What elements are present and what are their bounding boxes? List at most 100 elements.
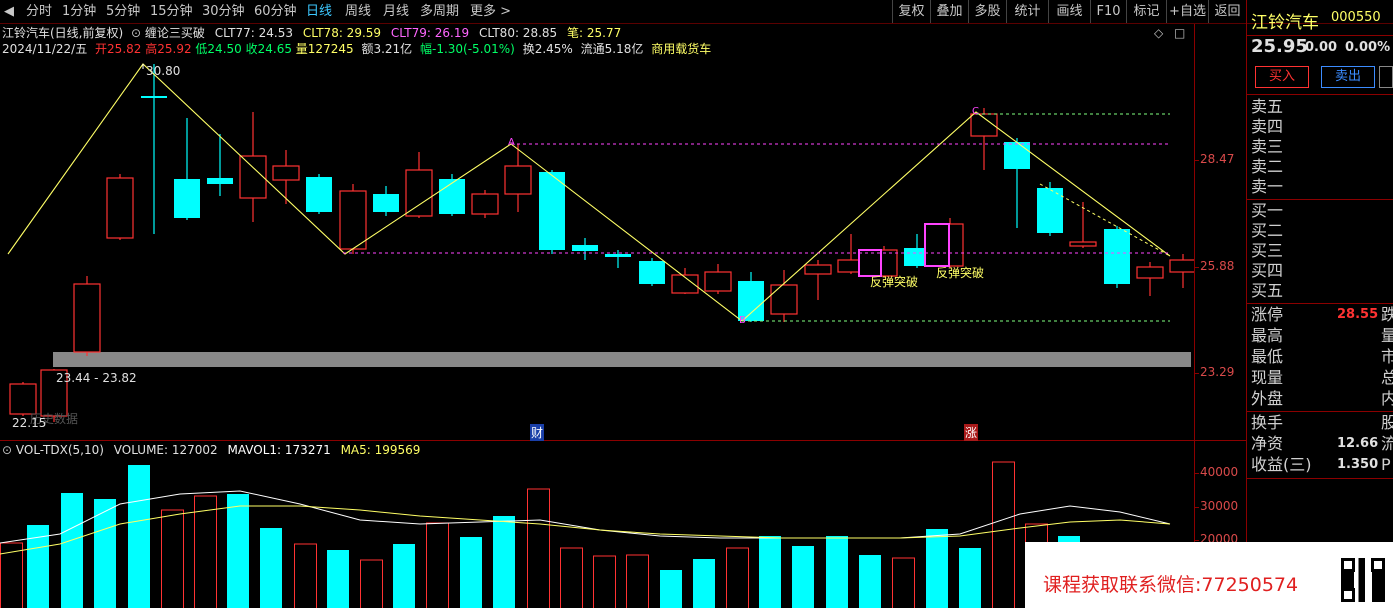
bid-3: 买三 (1251, 241, 1284, 260)
candle-body (1069, 241, 1097, 247)
price-tick-low: 23.29 (1200, 365, 1235, 379)
finance-marker[interactable]: 财 (530, 424, 545, 441)
volume-bar (759, 536, 781, 608)
stat-turnover-label: 换手 (1251, 413, 1284, 432)
f10-button[interactable]: F10 (1090, 0, 1126, 23)
volume-bar (626, 554, 649, 608)
candle (1004, 138, 1030, 228)
bid-4: 买四 (1251, 261, 1284, 280)
vol-toggle-icon[interactable]: ⊙ (2, 443, 12, 457)
candle-body (1004, 142, 1030, 169)
mark-button[interactable]: 标记 (1126, 0, 1166, 23)
stat-high-label: 最高 (1251, 326, 1284, 345)
order-more-button[interactable] (1379, 66, 1393, 88)
price-axis-line (1194, 24, 1195, 608)
period-1min[interactable]: 1分钟 (62, 3, 96, 20)
period-30min[interactable]: 30分钟 (202, 3, 245, 20)
candle (804, 260, 832, 300)
candle (141, 64, 167, 234)
sell-button[interactable]: 卖出 (1321, 66, 1375, 88)
candle (207, 134, 233, 196)
volume-bar (426, 522, 449, 608)
stat-eps-value: 1.350 (1337, 457, 1379, 472)
candle-body (141, 96, 167, 98)
buy-button[interactable]: 买入 (1255, 66, 1309, 88)
candle (504, 144, 532, 212)
candle-body (272, 165, 300, 181)
quote-sidebar: 江铃汽车 000550 25.95 0.00 0.00% 买入 卖出 卖五 卖四… (1247, 0, 1393, 608)
stat-limit-down-label: 跌 (1381, 305, 1393, 324)
candle (439, 174, 465, 216)
candle-body (306, 177, 332, 212)
stat-float-label: 流 (1381, 434, 1393, 453)
candle-body (73, 283, 101, 353)
vol-tick-30000: 30000 (1200, 499, 1239, 513)
draw-line-button[interactable]: 画线 (1048, 0, 1090, 23)
bid-5: 买五 (1251, 281, 1284, 300)
toolbar-arrow-icon[interactable]: ◀ (4, 3, 14, 20)
candle-body (1136, 266, 1164, 279)
volume-header: ⊙ VOL-TDX(5,10) VOLUME: 127002 MAVOL1: 1… (2, 443, 420, 457)
volume-bar (460, 537, 482, 608)
volume-bar (660, 570, 682, 608)
period-daily[interactable]: 日线 (306, 3, 332, 20)
rebound-breakout-label-1: 反弹突破 (870, 275, 919, 289)
vol-mavol1: MAVOL1: 173271 (227, 443, 331, 457)
back-button[interactable]: 返回 (1208, 0, 1246, 23)
volume-bar (826, 536, 848, 608)
candle (73, 276, 101, 356)
special-candle (924, 223, 950, 267)
candle (1169, 254, 1194, 288)
candle (405, 152, 433, 218)
candle (671, 268, 699, 294)
candle (174, 118, 200, 220)
stat-pe-label: P (1381, 455, 1391, 474)
ask-5: 卖五 (1251, 97, 1284, 116)
sidebar-price: 25.95 (1251, 36, 1308, 57)
candle-body (405, 169, 433, 217)
restore-rights-button[interactable]: 复权 (892, 0, 930, 23)
candle-body (572, 245, 598, 251)
point-b-label: B (739, 315, 746, 326)
volume-bar (227, 494, 249, 608)
period-multi[interactable]: 多周期 (420, 3, 459, 20)
volume-bar (593, 555, 616, 608)
stat-low-label: 最低 (1251, 347, 1284, 366)
rise-marker[interactable]: 涨 (964, 424, 979, 441)
ask-2: 卖二 (1251, 157, 1284, 176)
promo-banner: 课程获取联系微信:77250574 (1025, 542, 1393, 608)
volume-bar (527, 488, 550, 608)
statistics-button[interactable]: 统计 (1006, 0, 1048, 23)
volume-bar (194, 495, 217, 608)
period-monthly[interactable]: 月线 (383, 3, 409, 20)
period-60min[interactable]: 60分钟 (254, 3, 297, 20)
bid-1: 买一 (1251, 201, 1284, 220)
candle (639, 258, 665, 286)
overlay-button[interactable]: 叠加 (930, 0, 968, 23)
stat-total-label: 总 (1381, 368, 1393, 387)
stat-shares-label: 股 (1381, 413, 1393, 432)
sidebar-stock-code: 000550 (1331, 10, 1381, 25)
volume-bar (959, 548, 981, 608)
multi-stock-button[interactable]: 多股 (968, 0, 1006, 23)
period-5min[interactable]: 5分钟 (106, 3, 140, 20)
stat-inner-label: 内 (1381, 389, 1393, 408)
stat-net-asset-value: 12.66 (1337, 436, 1379, 451)
volume-bar (327, 550, 349, 608)
candle (373, 186, 399, 216)
candle-body (704, 271, 732, 292)
period-more[interactable]: 更多 > (470, 3, 511, 20)
rebound-breakout-label-2: 反弹突破 (936, 266, 985, 280)
period-fenshi[interactable]: 分时 (26, 3, 52, 20)
vol-indicator-name: VOL-TDX(5,10) (15, 443, 104, 457)
kline-chart[interactable] (0, 24, 1194, 608)
volume-bar (393, 544, 415, 608)
candle-body (1169, 259, 1194, 273)
candle (272, 150, 300, 204)
period-15min[interactable]: 15分钟 (150, 3, 193, 20)
add-favorite-button[interactable]: +自选 (1166, 0, 1208, 23)
period-weekly[interactable]: 周线 (345, 3, 371, 20)
volume-bar (260, 528, 282, 608)
panel-divider (0, 440, 1246, 441)
volume-bar (693, 559, 715, 608)
